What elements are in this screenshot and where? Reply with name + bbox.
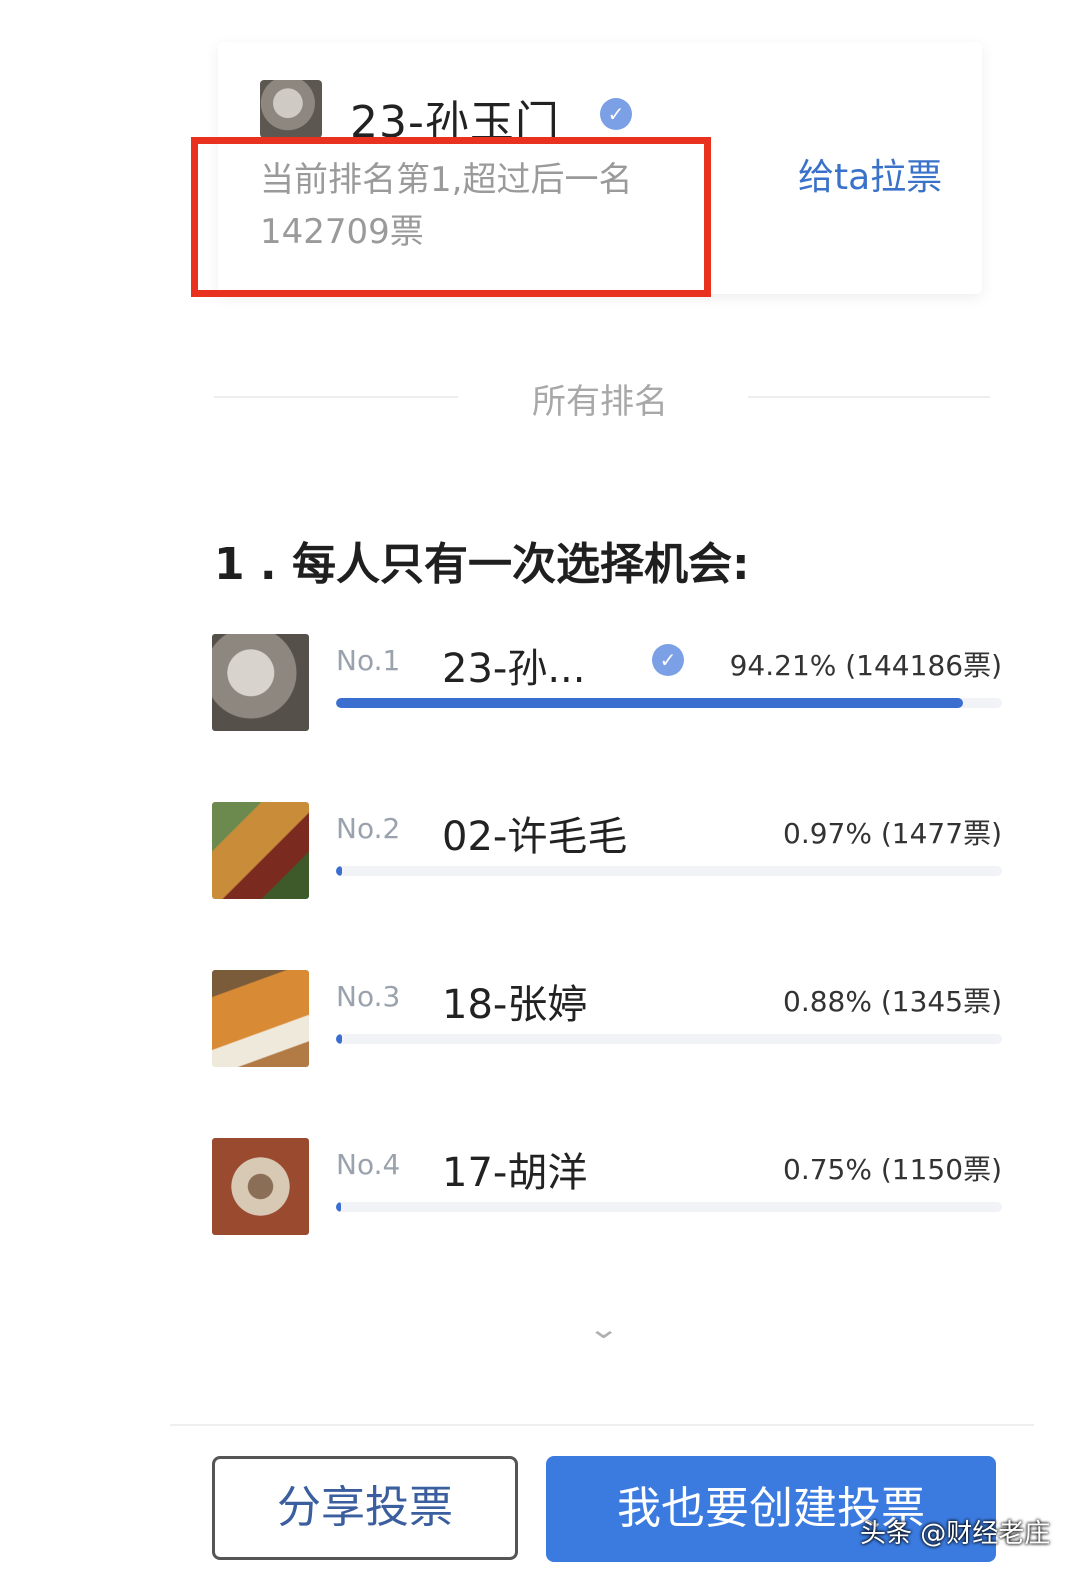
candidate-name: 02-许毛毛: [442, 814, 628, 860]
rank-number: No.4: [336, 1148, 401, 1181]
vote-stat: 0.97% (1477票): [783, 817, 1002, 850]
candidate-avatar: [260, 80, 322, 138]
candidate-name: 18-张婷: [442, 982, 588, 1028]
divider-left: [214, 396, 458, 398]
ranking-row[interactable]: No.3 18-张婷 0.88% (1345票): [212, 970, 1012, 1070]
ranking-row[interactable]: No.1 23-孙... ✓ 94.21% (144186票): [212, 634, 1012, 734]
rank-number: No.3: [336, 980, 401, 1013]
vote-progress-fill: [336, 698, 964, 708]
vote-progress-fill: [336, 1202, 342, 1212]
share-vote-button[interactable]: 分享投票: [212, 1456, 518, 1560]
highlight-annotation-box: [191, 137, 711, 297]
candidate-thumbnail: [212, 970, 309, 1067]
vote-progress-track: [336, 1202, 1002, 1212]
chevron-down-icon[interactable]: ⌄: [587, 1312, 620, 1345]
vote-stat: 94.21% (144186票): [729, 649, 1002, 682]
verified-icon: ✓: [600, 98, 632, 130]
canvass-link[interactable]: 给ta拉票: [798, 148, 942, 200]
candidate-name: 17-胡洋: [442, 1150, 588, 1196]
vote-progress-fill: [336, 1034, 342, 1044]
vote-progress-track: [336, 866, 1002, 876]
vote-progress-fill: [336, 866, 343, 876]
verified-icon: ✓: [652, 644, 684, 676]
candidate-thumbnail: [212, 634, 309, 731]
watermark: 头条 @财经老庄: [860, 1519, 1051, 1549]
ranking-row[interactable]: No.2 02-许毛毛 0.97% (1477票): [212, 802, 1012, 902]
question-title: 1 . 每人只有一次选择机会:: [214, 539, 750, 590]
vote-stat: 0.75% (1150票): [783, 1153, 1002, 1186]
rank-number: No.2: [336, 812, 401, 845]
vote-stat: 0.88% (1345票): [783, 985, 1002, 1018]
all-rankings-label: 所有排名: [532, 382, 668, 422]
candidate-thumbnail: [212, 1138, 309, 1235]
rank-number: No.1: [336, 644, 401, 677]
ranking-row[interactable]: No.4 17-胡洋 0.75% (1150票): [212, 1138, 1012, 1238]
vote-progress-track: [336, 1034, 1002, 1044]
divider-right: [748, 396, 990, 398]
candidate-thumbnail: [212, 802, 309, 899]
candidate-name: 23-孙...: [442, 646, 586, 692]
vote-progress-track: [336, 698, 1002, 708]
